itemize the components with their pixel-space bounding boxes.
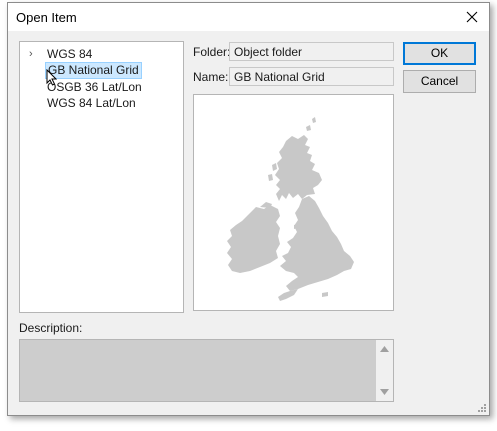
tree-item-label: GB National Grid — [45, 62, 142, 79]
name-label: Name: — [193, 70, 229, 84]
tree-item-label: WGS 84 — [47, 47, 93, 61]
window-title: Open Item — [16, 10, 77, 25]
tree-item-label: WGS 84 Lat/Lon — [47, 96, 136, 110]
description-field[interactable] — [19, 339, 394, 402]
scroll-down-icon[interactable] — [380, 389, 389, 395]
folder-label: Folder: — [193, 45, 231, 59]
mouse-pointer-icon — [46, 69, 57, 86]
ok-button[interactable]: OK — [403, 42, 476, 65]
tree-item-osgb36[interactable]: OSGB 36 Lat/Lon — [20, 79, 180, 95]
close-button[interactable] — [455, 3, 489, 31]
folder-field: Object folder — [229, 42, 394, 61]
chevron-right-icon[interactable]: › — [29, 46, 33, 62]
description-scrollbar[interactable] — [376, 340, 393, 401]
name-field[interactable]: GB National Grid — [229, 67, 394, 86]
object-tree[interactable]: › WGS 84 GB National Grid OSGB 36 Lat/Lo… — [19, 41, 184, 313]
title-bar: Open Item — [8, 3, 489, 31]
british-isles-map — [227, 117, 354, 301]
resize-grip-icon[interactable] — [477, 403, 487, 413]
tree-item-wgs84-latlon[interactable]: WGS 84 Lat/Lon — [20, 95, 180, 111]
tree-item-label: OSGB 36 Lat/Lon — [47, 80, 142, 94]
map-preview — [193, 94, 394, 311]
scroll-up-icon[interactable] — [380, 346, 389, 352]
tree-item-gb-national-grid[interactable]: GB National Grid — [20, 62, 180, 79]
description-label: Description: — [19, 321, 83, 335]
close-icon — [466, 11, 478, 23]
cancel-button[interactable]: Cancel — [403, 70, 476, 93]
open-item-dialog: Open Item › WGS 84 GB National Grid OSGB… — [7, 2, 490, 416]
tree-item-wgs84[interactable]: › WGS 84 — [20, 46, 180, 62]
